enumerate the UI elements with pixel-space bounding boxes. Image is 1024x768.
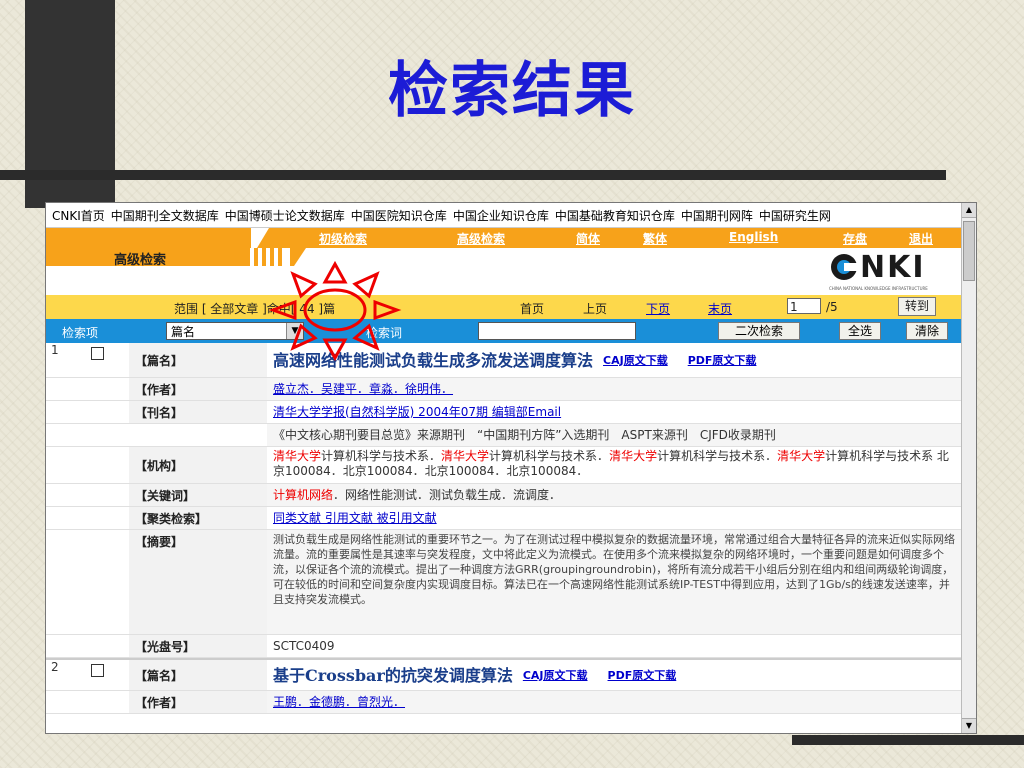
- result-2-title[interactable]: 基于Crossbar的抗突发调度算法: [273, 667, 513, 683]
- keyword-highlight[interactable]: 计算机网络: [273, 488, 333, 503]
- search-field-label: 检索项: [62, 326, 99, 340]
- field-label: 【篇名】: [129, 343, 267, 377]
- english-link[interactable]: English: [729, 230, 778, 244]
- page-number-input[interactable]: 1: [787, 298, 821, 314]
- advanced-search-label: 高级检索: [114, 253, 167, 268]
- last-page-link[interactable]: 末页: [708, 300, 732, 317]
- basic-search-link[interactable]: 初级检索: [319, 230, 367, 247]
- field-label: 【摘要】: [129, 530, 267, 634]
- org-university: 清华大学: [609, 449, 658, 463]
- scroll-thumb[interactable]: [963, 221, 975, 281]
- result-2-title-row: 2 【篇名】 基于Crossbar的抗突发调度算法 CAJ原文下载 PDF原文下…: [46, 658, 962, 691]
- result-1-abstract-row: 【摘要】 测试负载生成是网络性能测试的重要环节之一。为了在测试过程中模拟复杂的数…: [46, 530, 962, 635]
- slide-title: 检索结果: [388, 56, 636, 126]
- decorative-top-line: [0, 170, 946, 180]
- result-1-index-row: 《中文核心期刊要目总览》来源期刊 “中国期刊方阵”入选期刊 ASPT来源刊 CJ…: [46, 424, 962, 447]
- result-1-journal[interactable]: 清华大学学报(自然科学版) 2004年07期 编辑部Email: [273, 405, 561, 420]
- org-department: 计算机科学与技术系．: [489, 449, 610, 463]
- result-1-keyword-row: 【关键词】 计算机网络 ．网络性能测试．测试负载生成．流调度．: [46, 484, 962, 507]
- field-label: 【篇名】: [129, 660, 267, 690]
- nav-enterprise[interactable]: 中国企业知识仓库: [453, 207, 549, 224]
- clear-button[interactable]: 清除: [906, 322, 948, 340]
- result-1-author-row: 【作者】 盛立杰．吴建平．章淼．徐明伟．: [46, 378, 962, 401]
- org-university: 清华大学: [441, 449, 490, 463]
- nav-cnki-home[interactable]: CNKI首页: [52, 207, 105, 224]
- page-total: /5: [826, 300, 838, 314]
- result-2-author-row: 【作者】 王鹏．金德鹏．曾烈光．: [46, 691, 962, 714]
- cnki-logo-icon: [831, 254, 858, 280]
- result-1-index-info: 《中文核心期刊要目总览》来源期刊 “中国期刊方阵”入选期刊 ASPT来源刊 CJ…: [273, 427, 776, 442]
- cnki-logo: NKI: [860, 250, 926, 285]
- result-checkbox-cell: [79, 343, 129, 377]
- org-university: 清华大学: [273, 449, 322, 463]
- simplified-link[interactable]: 简体: [576, 230, 600, 247]
- nav-thesis-db[interactable]: 中国博硕士论文数据库: [225, 207, 345, 224]
- keyword-rest[interactable]: ．网络性能测试．测试负载生成．流调度．: [333, 488, 561, 503]
- search-field-value: 篇名: [171, 325, 196, 339]
- scope-bar: 范围 [ 全部文章 ]命中[ 44 ]篇 首页 上页 下页 末页 1 /5 转到: [46, 295, 962, 319]
- result-number: 2: [51, 660, 59, 674]
- scroll-up-icon[interactable]: ▲: [962, 203, 976, 218]
- prev-page[interactable]: 上页: [583, 300, 607, 317]
- results-list: 1 【篇名】 高速网络性能测试负载生成多流发送调度算法 CAJ原文下载 PDF原…: [46, 343, 962, 714]
- result-2-pdf-download[interactable]: PDF原文下载: [608, 668, 677, 683]
- result-1-cluster-row: 【聚类检索】 同类文献 引用文献 被引用文献: [46, 507, 962, 530]
- org-university: 清华大学: [777, 449, 826, 463]
- decorative-bottom-line: [792, 735, 1024, 745]
- menu-band-decoration: [251, 228, 269, 248]
- nav-journal-db[interactable]: 中国期刊全文数据库: [111, 207, 219, 224]
- secondary-search-button[interactable]: 二次检索: [718, 322, 800, 340]
- org-department: 计算机科学与技术系．: [321, 449, 442, 463]
- result-1-org-row: 【机构】 清华大学计算机科学与技术系．清华大学计算机科学与技术系．清华大学计算机…: [46, 447, 962, 484]
- result-1-authors[interactable]: 盛立杰．吴建平．章淼．徐明伟．: [273, 382, 453, 397]
- result-1-abstract: 测试负载生成是网络性能测试的重要环节之一。为了在测试过程中模拟复杂的数据流量环境…: [273, 533, 955, 606]
- field-label: 【作者】: [129, 691, 267, 713]
- field-label: 【关键词】: [129, 484, 267, 506]
- result-2-authors[interactable]: 王鹏．金德鹏．曾烈光．: [273, 695, 405, 710]
- goto-button[interactable]: 转到: [898, 297, 936, 316]
- menu-band: 初级检索 高级检索 简体 繁体 English 存盘 退出: [46, 228, 962, 248]
- result-1-cluster-links[interactable]: 同类文献 引用文献 被引用文献: [273, 511, 437, 526]
- result-2-caj-download[interactable]: CAJ原文下载: [523, 668, 588, 683]
- field-label: 【聚类检索】: [129, 507, 267, 529]
- field-label: 【刊名】: [129, 401, 267, 423]
- field-label: 【光盘号】: [129, 635, 267, 657]
- search-bar: 检索项 篇名 ▼ 检索词 二次检索 全选 清除: [46, 319, 962, 343]
- vertical-scrollbar[interactable]: ▲ ▼: [961, 203, 976, 733]
- nav-education[interactable]: 中国基础教育知识仓库: [555, 207, 675, 224]
- nav-hospital[interactable]: 中国医院知识仓库: [351, 207, 447, 224]
- field-label: 【机构】: [129, 447, 267, 483]
- keyword-input[interactable]: [478, 322, 636, 340]
- result-2-checkbox[interactable]: [91, 664, 104, 677]
- cnki-logo-sub: CHINA NATIONAL KNOWLEDGE INFRASTRUCTURE: [829, 286, 928, 291]
- org-department: 计算机科学与技术系．: [657, 449, 778, 463]
- result-1-caj-download[interactable]: CAJ原文下载: [603, 353, 668, 368]
- traditional-link[interactable]: 繁体: [643, 230, 667, 247]
- result-1-title-row: 1 【篇名】 高速网络性能测试负载生成多流发送调度算法 CAJ原文下载 PDF原…: [46, 343, 962, 378]
- result-number: 1: [51, 343, 59, 357]
- nav-grad[interactable]: 中国研究生网: [759, 207, 831, 224]
- result-1-pdf-download[interactable]: PDF原文下载: [688, 353, 757, 368]
- nav-journal-net[interactable]: 中国期刊网阵: [681, 207, 753, 224]
- next-page-link[interactable]: 下页: [646, 300, 670, 317]
- advanced-search-link[interactable]: 高级检索: [457, 230, 505, 247]
- field-label: 【作者】: [129, 378, 267, 400]
- result-1-checkbox[interactable]: [91, 347, 104, 360]
- first-page[interactable]: 首页: [520, 300, 544, 317]
- red-starburst-annotation: [268, 260, 402, 362]
- result-1-journal-row: 【刊名】 清华大学学报(自然科学版) 2004年07期 编辑部Email: [46, 401, 962, 424]
- result-checkbox-cell: [79, 660, 129, 690]
- browser-window: CNKI首页 中国期刊全文数据库 中国博硕士论文数据库 中国医院知识仓库 中国企…: [45, 202, 977, 734]
- save-link[interactable]: 存盘: [843, 230, 867, 247]
- result-1-disc-row: 【光盘号】 SCTC0409: [46, 635, 962, 658]
- result-1-disc-number: SCTC0409: [273, 638, 335, 653]
- select-all-button[interactable]: 全选: [839, 322, 881, 340]
- top-nav: CNKI首页 中国期刊全文数据库 中国博硕士论文数据库 中国医院知识仓库 中国企…: [46, 203, 976, 228]
- scroll-down-icon[interactable]: ▼: [962, 718, 976, 733]
- logout-link[interactable]: 退出: [909, 230, 933, 247]
